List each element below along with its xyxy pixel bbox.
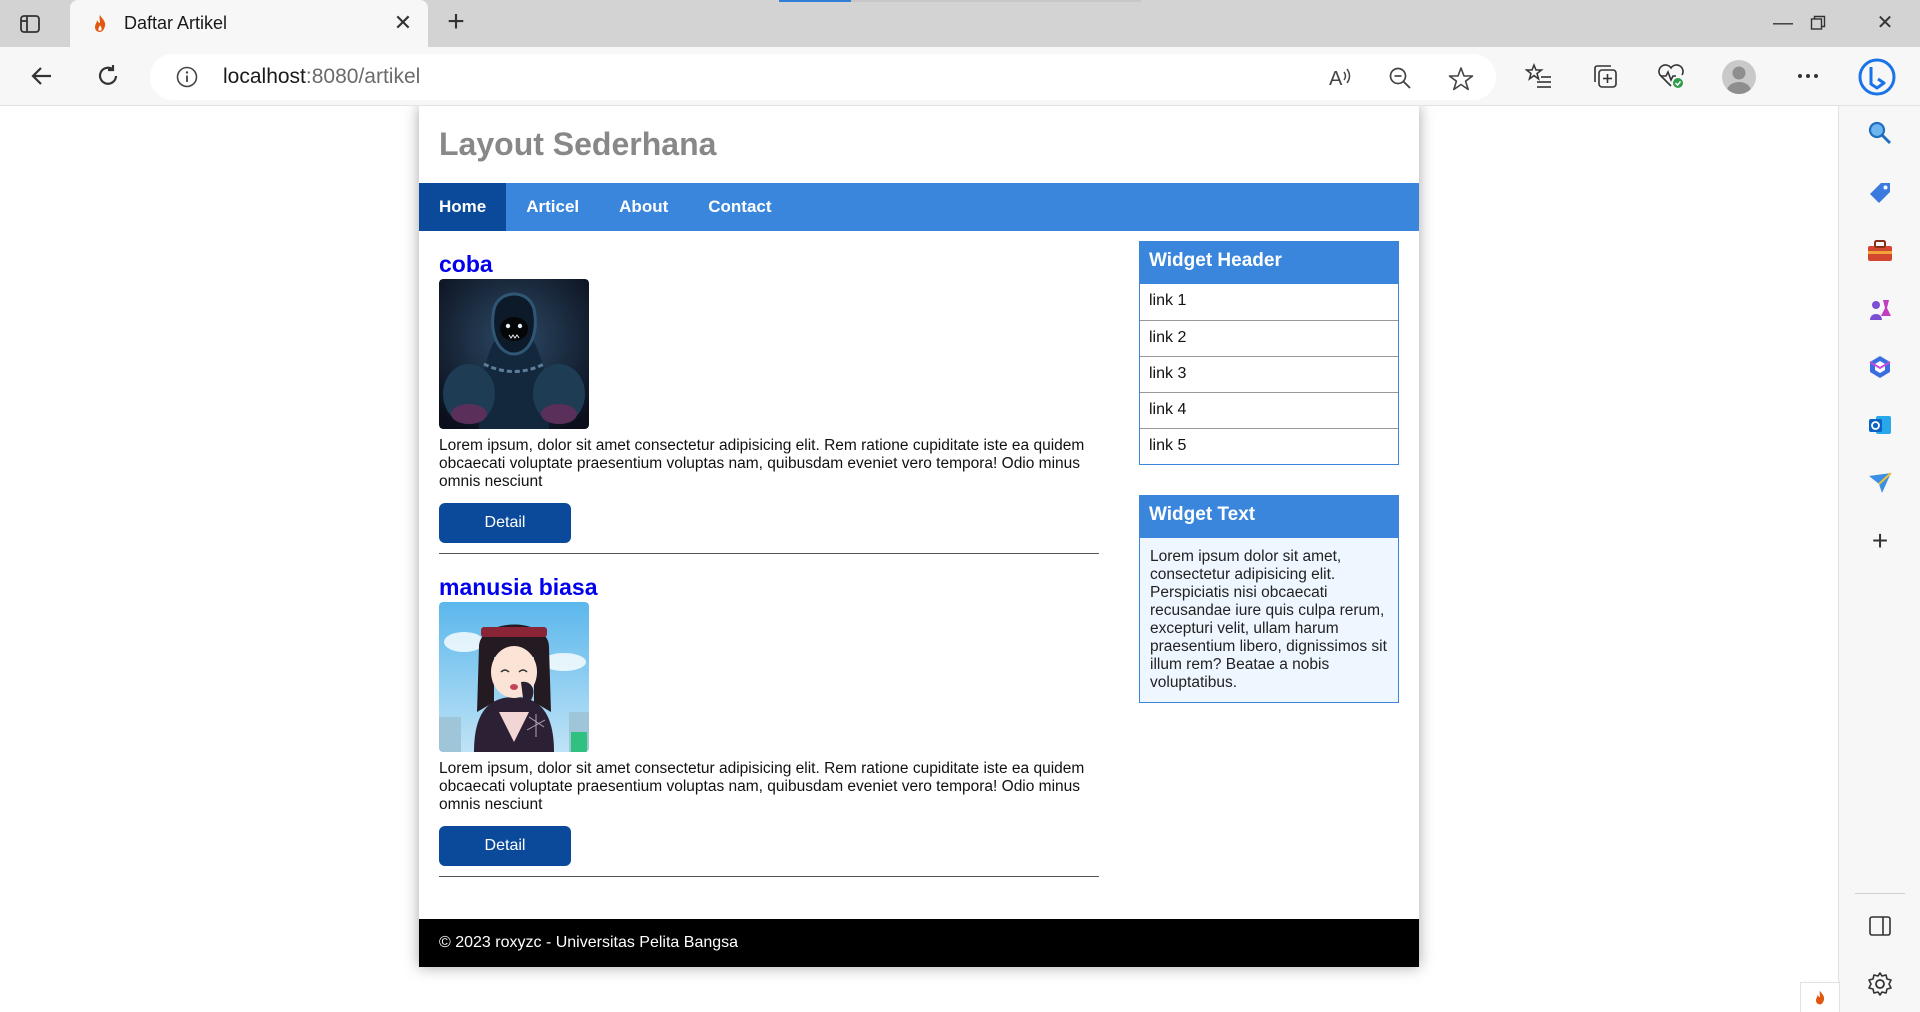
favorites-list-icon[interactable] — [1524, 61, 1554, 91]
nav-articel[interactable]: Articel — [506, 183, 599, 231]
profile-avatar[interactable] — [1722, 60, 1756, 94]
article-title[interactable]: manusia biasa — [439, 574, 1099, 600]
bing-copilot-icon[interactable] — [1856, 56, 1898, 98]
article-thumbnail-dark-creature — [439, 279, 589, 429]
shopping-tag-icon[interactable] — [1865, 178, 1895, 208]
widget-link-2[interactable]: link 2 — [1140, 320, 1398, 356]
nav-home[interactable]: Home — [419, 183, 507, 231]
widget-link-3[interactable]: link 3 — [1140, 356, 1398, 392]
collections-icon[interactable] — [1590, 61, 1620, 91]
widget-link-1[interactable]: link 1 — [1140, 284, 1398, 320]
widget-header-title: Widget Header — [1140, 242, 1398, 284]
article-list: coba Lorem ipsum, dolor sit amet consect… — [439, 231, 1099, 877]
article-item: manusia biasa Lorem ipsum, dolor sit ame… — [439, 554, 1099, 877]
site-title: Layout Sederhana — [439, 126, 717, 162]
widget-link-4[interactable]: link 4 — [1140, 392, 1398, 428]
tab-close-icon[interactable]: ✕ — [392, 12, 414, 34]
browser-toolbar: localhost:8080/artikel A — [0, 47, 1920, 106]
read-aloud-icon[interactable]: A — [1328, 66, 1354, 95]
more-options-icon[interactable] — [1793, 61, 1823, 91]
outlook-icon[interactable] — [1865, 410, 1895, 440]
detail-button[interactable]: Detail — [439, 826, 571, 866]
article-excerpt: Lorem ipsum, dolor sit amet consectetur … — [439, 437, 1085, 490]
games-icon[interactable] — [1865, 294, 1895, 324]
minimize-button[interactable]: — — [1768, 10, 1798, 36]
nav-about[interactable]: About — [599, 183, 688, 231]
microsoft365-icon[interactable] — [1865, 352, 1895, 382]
back-arrow-icon[interactable] — [27, 61, 57, 91]
tab-actions-icon[interactable] — [18, 12, 42, 36]
page-viewport: Layout Sederhana Home Articel About Cont… — [0, 106, 1838, 1012]
article-thumbnail-anime-girl — [439, 602, 589, 752]
split-screen-icon[interactable] — [1865, 911, 1895, 941]
search-icon[interactable] — [1865, 118, 1895, 148]
site-info-icon[interactable] — [176, 66, 198, 93]
browser-health-icon[interactable] — [1656, 61, 1686, 91]
svg-text:A: A — [1329, 68, 1343, 90]
settings-gear-icon[interactable] — [1865, 969, 1895, 999]
new-tab-button[interactable]: + — [443, 7, 469, 37]
main-nav: Home Articel About Contact — [419, 183, 1419, 231]
sidebar: Widget Header link 1 link 2 link 3 link … — [1139, 241, 1399, 733]
widget-link-list: link 1 link 2 link 3 link 4 link 5 — [1140, 284, 1398, 464]
article-item: coba Lorem ipsum, dolor sit amet consect… — [439, 231, 1099, 554]
edge-sidebar: + — [1838, 106, 1920, 1012]
favorite-star-icon[interactable] — [1448, 66, 1474, 97]
send-icon[interactable] — [1865, 468, 1895, 498]
tools-icon[interactable] — [1865, 236, 1895, 266]
flame-favicon-icon — [95, 14, 106, 32]
tab-title: Daftar Artikel — [124, 13, 228, 33]
page-container: Layout Sederhana Home Articel About Cont… — [419, 106, 1419, 967]
text-widget: Widget Text Lorem ipsum dolor sit amet, … — [1139, 495, 1399, 703]
loading-progress — [779, 0, 1141, 2]
widget-text-body: Lorem ipsum dolor sit amet, consectetur … — [1140, 538, 1398, 702]
widget-link-5[interactable]: link 5 — [1140, 428, 1398, 464]
flame-extension-icon[interactable] — [1800, 982, 1840, 1012]
restore-button[interactable] — [1803, 10, 1833, 36]
browser-tab-active[interactable]: Daftar Artikel ✕ — [70, 0, 428, 47]
address-bar[interactable]: localhost:8080/artikel A — [150, 54, 1496, 100]
url-text[interactable]: localhost:8080/artikel — [223, 65, 420, 89]
zoom-out-icon[interactable] — [1388, 66, 1412, 95]
sidebar-divider — [1855, 893, 1905, 894]
article-excerpt: Lorem ipsum, dolor sit amet consectetur … — [439, 760, 1085, 813]
article-title[interactable]: coba — [439, 251, 1099, 277]
add-icon[interactable]: + — [1865, 525, 1895, 556]
site-footer: © 2023 roxyzc - Universitas Pelita Bangs… — [419, 919, 1419, 967]
nav-contact[interactable]: Contact — [688, 183, 791, 231]
detail-button[interactable]: Detail — [439, 503, 571, 543]
refresh-icon[interactable] — [93, 61, 123, 91]
browser-tab-bar: Daftar Artikel ✕ + — ✕ — [0, 0, 1920, 47]
links-widget: Widget Header link 1 link 2 link 3 link … — [1139, 241, 1399, 465]
site-header: Layout Sederhana — [419, 106, 1419, 183]
close-window-button[interactable]: ✕ — [1870, 10, 1900, 36]
widget-text-title: Widget Text — [1140, 496, 1398, 538]
